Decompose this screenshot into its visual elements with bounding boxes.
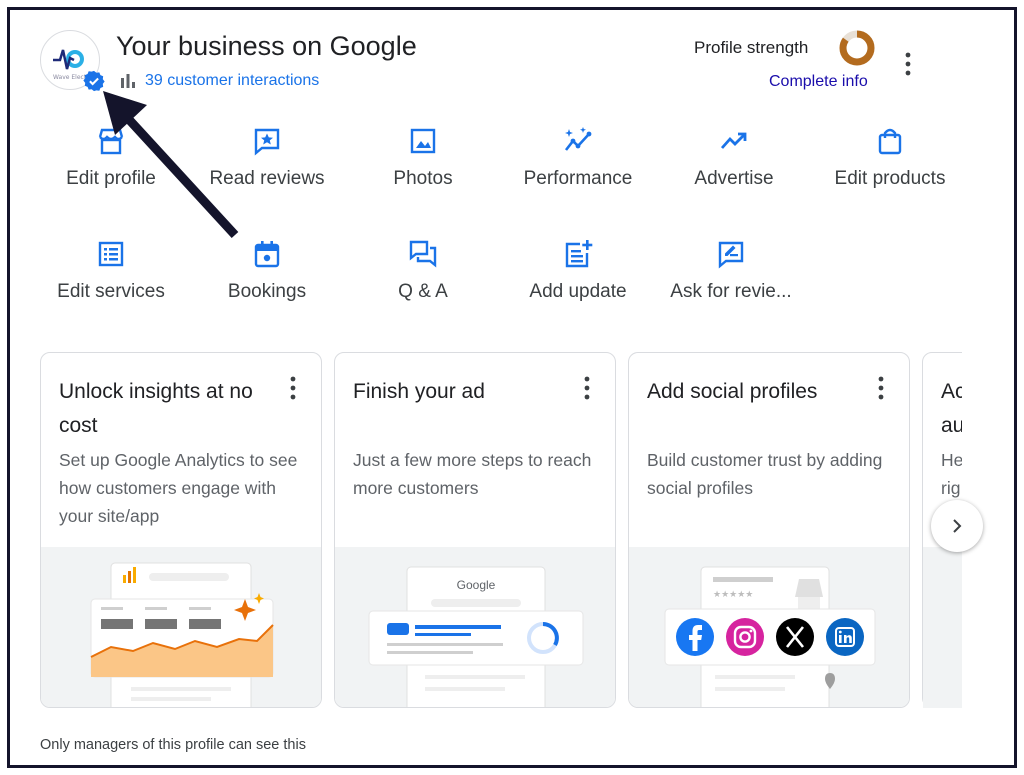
star-review-icon bbox=[254, 128, 280, 156]
svg-text:★★★★★: ★★★★★ bbox=[713, 590, 753, 600]
action-label: Add update bbox=[529, 281, 627, 302]
google-wordmark: Google bbox=[457, 578, 496, 592]
linkedin-icon bbox=[826, 618, 864, 656]
action-advertise[interactable]: Advertise bbox=[659, 126, 809, 190]
post-add-icon bbox=[565, 240, 593, 268]
more-options-icon[interactable] bbox=[900, 50, 916, 78]
action-label: Edit services bbox=[57, 281, 165, 302]
profile-strength-label: Profile strength bbox=[694, 38, 809, 57]
card-more-options-icon[interactable] bbox=[581, 375, 593, 401]
card-body: Build customer trust by adding social pr… bbox=[647, 450, 883, 498]
ad-illustration: Google bbox=[335, 547, 615, 707]
card-title-text: Ac au bbox=[941, 380, 962, 437]
card-title: Add social profiles bbox=[647, 380, 818, 403]
rate-review-icon bbox=[718, 241, 744, 269]
action-label: Advertise bbox=[694, 168, 774, 189]
card-finish-ad[interactable]: Finish your ad Just a few more steps to … bbox=[334, 352, 616, 708]
card-more-options-icon[interactable] bbox=[287, 375, 299, 401]
footer-note: Only managers of this profile can see th… bbox=[40, 737, 306, 753]
card-illustration bbox=[923, 547, 962, 708]
calendar-icon bbox=[254, 241, 280, 268]
card-add-social-profiles[interactable]: Add social profiles Build customer trust… bbox=[628, 352, 910, 708]
social-illustration: ★★★★★ bbox=[629, 547, 909, 707]
profile-strength-ring bbox=[839, 30, 875, 66]
action-label: Edit products bbox=[834, 168, 946, 189]
facebook-icon bbox=[676, 618, 714, 656]
action-q-and-a[interactable]: Q & A bbox=[348, 239, 498, 303]
card-title: Ac au bbox=[941, 375, 962, 443]
action-label: Ask for revie... bbox=[670, 281, 792, 302]
trending-up-icon bbox=[720, 132, 747, 149]
action-add-update[interactable]: Add update bbox=[503, 239, 653, 303]
page-title: Your business on Google bbox=[116, 31, 417, 61]
instagram-icon bbox=[726, 618, 764, 656]
sparkle-trend-icon bbox=[564, 127, 592, 151]
action-ask-for-review[interactable]: Ask for revie... bbox=[656, 239, 806, 303]
image-icon bbox=[410, 128, 436, 154]
complete-info-link[interactable]: Complete info bbox=[769, 73, 868, 91]
shopping-bag-icon bbox=[878, 128, 902, 155]
card-more-options-icon[interactable] bbox=[875, 375, 887, 401]
card-body: Just a few more steps to reach more cust… bbox=[353, 450, 592, 498]
card-unlock-insights[interactable]: Unlock insights at no cost Set up Google… bbox=[40, 352, 322, 708]
action-edit-services[interactable]: Edit services bbox=[36, 239, 186, 303]
card-body: Set up Google Analytics to see how custo… bbox=[59, 450, 298, 526]
card-title: Unlock insights at no cost bbox=[59, 380, 253, 437]
action-label: Performance bbox=[523, 168, 633, 189]
chevron-right-icon bbox=[953, 519, 962, 533]
action-performance[interactable]: Performance bbox=[503, 126, 653, 190]
analytics-illustration bbox=[41, 547, 321, 707]
action-label: Q & A bbox=[398, 281, 448, 302]
action-photos[interactable]: Photos bbox=[348, 126, 498, 190]
carousel-next-button[interactable] bbox=[931, 500, 983, 552]
action-edit-products[interactable]: Edit products bbox=[815, 126, 965, 190]
card-title: Finish your ad bbox=[353, 380, 485, 403]
annotation-arrow bbox=[103, 91, 239, 239]
x-twitter-icon bbox=[776, 618, 814, 656]
action-bookings[interactable]: Bookings bbox=[192, 239, 342, 303]
action-label: Bookings bbox=[227, 281, 307, 302]
chat-bubbles-icon bbox=[409, 240, 437, 268]
action-label: Photos bbox=[393, 168, 453, 189]
